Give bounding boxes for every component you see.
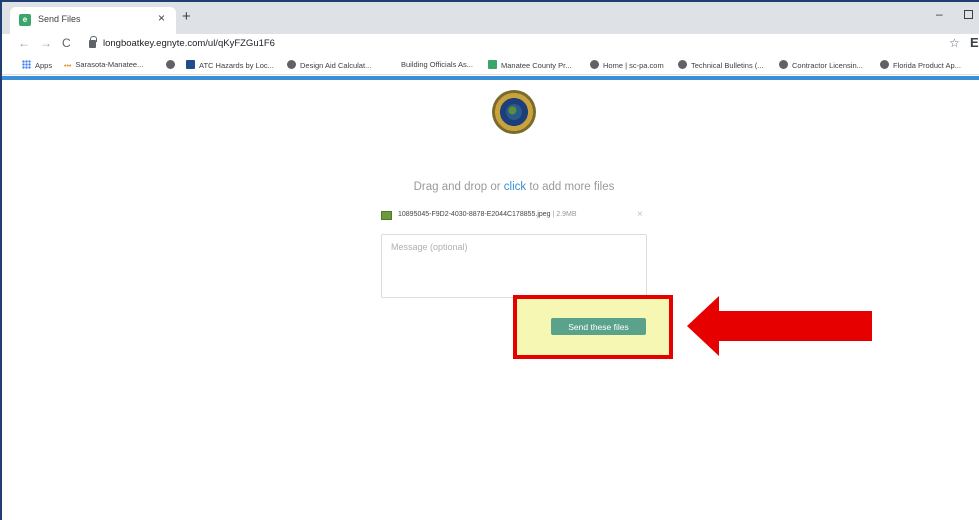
file-name: 10895045-F9D2-4030-8878-E2044C178855.jpe…	[398, 211, 577, 218]
tab-close-icon[interactable]: ×	[158, 11, 165, 25]
browser-window: e Send Files × + – ← → C longboatkey.egn…	[0, 0, 979, 520]
globe-icon	[166, 60, 175, 69]
tab-send-files[interactable]: e Send Files ×	[10, 7, 176, 34]
add-files-link[interactable]: click	[504, 181, 526, 193]
calc-icon	[287, 60, 296, 69]
file-size: 2.9MB	[556, 211, 577, 218]
bulletin-icon	[678, 60, 687, 69]
bookmark-technical-bulletins[interactable]: Technical Bulletins (...	[678, 60, 764, 70]
globe-icon	[880, 60, 889, 69]
message-input[interactable]	[381, 234, 647, 298]
forward-icon[interactable]: →	[40, 36, 52, 50]
tab-strip: e Send Files × + –	[2, 2, 979, 34]
minimize-icon[interactable]: –	[936, 7, 943, 21]
accent-bar	[2, 76, 979, 80]
pointer-arrow-icon	[687, 296, 872, 356]
dots-icon: •••	[64, 63, 72, 70]
bookmark-atc-hazards[interactable]: ATC Hazards by Loc...	[186, 60, 274, 70]
new-tab-icon[interactable]: +	[182, 8, 191, 25]
maximize-icon[interactable]	[964, 10, 973, 19]
town-seal-logo	[492, 90, 536, 134]
bookmark-manatee-county[interactable]: Manatee County Pr...	[488, 60, 571, 70]
bookmark-apps[interactable]: Apps	[22, 60, 52, 70]
remove-file-icon[interactable]: ×	[637, 209, 643, 220]
address-toolbar: ← → C longboatkey.egnyte.com/ul/qKyFZGu1…	[2, 34, 979, 55]
tab-title: Send Files	[38, 14, 81, 24]
file-list-item: 10895045-F9D2-4030-8878-E2044C178855.jpe…	[381, 209, 647, 224]
egnyte-favicon-icon: e	[19, 14, 31, 26]
back-icon[interactable]: ←	[18, 36, 30, 50]
bookmarks-bar: Apps ••• Sarasota-Manatee... ATC Hazards …	[2, 55, 979, 75]
lock-icon[interactable]	[89, 36, 97, 48]
atc-icon	[186, 60, 195, 69]
apps-grid-icon	[22, 60, 31, 69]
drop-zone-text[interactable]: Drag and drop or click to add more files	[2, 181, 979, 193]
bookmark-design-aid[interactable]: Design Aid Calculat...	[287, 60, 371, 70]
bookmark-globe[interactable]	[166, 60, 179, 70]
bookmark-contractor-licensing[interactable]: Contractor Licensin...	[779, 60, 863, 70]
county-icon	[488, 60, 497, 69]
bookmark-florida-product[interactable]: Florida Product Ap...	[880, 60, 961, 70]
globe-icon	[590, 60, 599, 69]
reload-icon[interactable]: C	[62, 36, 71, 50]
bookmark-sarasota-manatee[interactable]: ••• Sarasota-Manatee...	[64, 60, 143, 70]
globe-icon	[779, 60, 788, 69]
image-file-icon	[381, 211, 392, 220]
bookmark-sc-pa[interactable]: Home | sc-pa.com	[590, 60, 664, 70]
send-files-button[interactable]: Send these files	[551, 318, 646, 335]
bookmark-star-icon[interactable]: ☆	[949, 36, 960, 50]
arrow-shape	[687, 296, 872, 356]
profile-icon[interactable]: E	[970, 35, 979, 50]
address-bar[interactable]: longboatkey.egnyte.com/ul/qKyFZGu1F6	[103, 38, 275, 49]
bookmark-building-officials[interactable]: Building Officials As...	[401, 60, 473, 69]
